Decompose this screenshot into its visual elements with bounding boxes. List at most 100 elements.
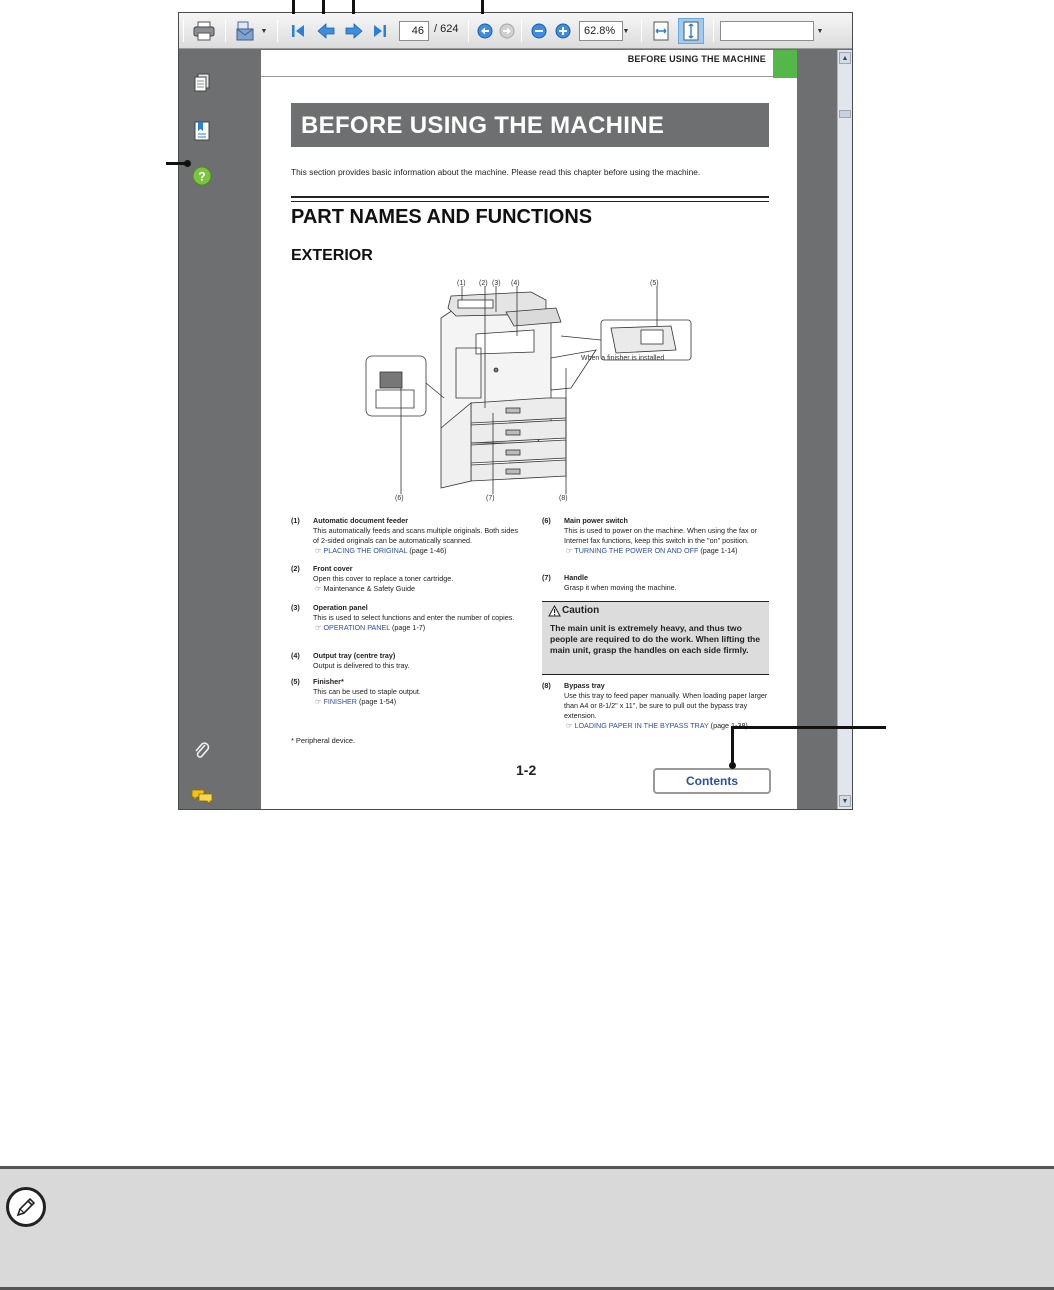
finisher-caption: When a finisher is installed [581, 355, 665, 362]
toolbar-separator [521, 20, 522, 42]
email-icon [236, 21, 254, 41]
toolbar-separator [468, 20, 469, 42]
part-title: Bypass tray [564, 681, 605, 690]
contents-button[interactable]: Contents [653, 768, 771, 794]
intro-text: This section provides basic information … [291, 167, 701, 177]
fit-page-button[interactable] [678, 18, 704, 44]
next-page-icon [345, 23, 363, 39]
pages-panel-button[interactable] [191, 72, 213, 94]
email-dropdown-arrow[interactable]: ▼ [259, 21, 269, 41]
fit-width-button[interactable] [648, 18, 674, 44]
scroll-down-button[interactable]: ▼ [839, 795, 851, 807]
figure-callout: (4) [511, 280, 520, 287]
zoom-in-icon [555, 23, 571, 39]
part-number: (3) [291, 603, 300, 612]
toolbar-separator [183, 20, 184, 42]
part-title: Handle [564, 573, 588, 582]
part-reference: ☞ FINISHER (page 1-54) [315, 697, 397, 706]
email-button[interactable] [233, 18, 259, 44]
first-page-button[interactable] [285, 18, 311, 44]
document-page: BEFORE USING THE MACHINE BEFORE USING TH… [261, 50, 797, 809]
next-page-button[interactable] [341, 18, 367, 44]
callout-leader [352, 0, 355, 14]
callout-dot [729, 762, 736, 769]
reference-link[interactable]: LOADING PAPER IN THE BYPASS TRAY [574, 721, 708, 730]
part-description: Output is delivered to this tray. [313, 661, 410, 670]
page-number-input[interactable] [399, 21, 429, 41]
chapter-tab [773, 50, 797, 78]
help-icon: ? [192, 166, 212, 186]
part-description: Open this cover to replace a toner cartr… [313, 574, 454, 583]
figure-callout: (8) [559, 495, 568, 502]
section-heading: PART NAMES AND FUNCTIONS [291, 206, 593, 228]
part-title: Front cover [313, 564, 353, 573]
pdf-viewer-window: ▼ / 624 [178, 12, 853, 810]
scroll-thumb[interactable] [839, 110, 851, 118]
figure-callout: (7) [486, 495, 495, 502]
part-number: (7) [542, 573, 551, 582]
comments-icon [191, 789, 213, 805]
bookmarks-panel-button[interactable] [191, 120, 213, 142]
scroll-up-button[interactable]: ▲ [839, 52, 851, 64]
zoom-level-input[interactable] [579, 21, 623, 41]
toolbar-separator [225, 20, 226, 42]
page-number: 1-2 [516, 762, 537, 778]
print-button[interactable] [191, 18, 217, 44]
part-number: (2) [291, 564, 300, 573]
caution-title: Caution [562, 605, 600, 616]
callout-leader [481, 0, 484, 14]
next-view-button[interactable] [494, 18, 520, 44]
footnote: * Peripheral device. [291, 736, 356, 745]
chapter-title: BEFORE USING THE MACHINE [301, 112, 665, 139]
previous-page-button[interactable] [313, 18, 339, 44]
note-panel [0, 1166, 1054, 1290]
part-title: Main power switch [564, 516, 628, 525]
reference-link[interactable]: PLACING THE ORIGINAL [323, 546, 407, 555]
part-title: Operation panel [313, 603, 368, 612]
part-description: This is used to power on the machine. Wh… [564, 526, 757, 545]
zoom-out-icon [531, 23, 547, 39]
part-title: Output tray (centre tray) [313, 651, 396, 660]
fit-page-icon [683, 21, 699, 41]
reference-link[interactable]: TURNING THE POWER ON AND OFF [574, 546, 698, 555]
comments-panel-button[interactable] [191, 786, 213, 808]
part-number: (8) [542, 681, 551, 690]
toolbar-separator [641, 20, 642, 42]
find-input[interactable] [720, 21, 814, 41]
reference-link[interactable]: OPERATION PANEL [323, 623, 390, 632]
part-description: Use this tray to feed paper manually. Wh… [564, 691, 768, 720]
vertical-scrollbar[interactable]: ▲ ▼ [837, 50, 852, 809]
header-rule [261, 76, 773, 77]
warning-icon [548, 605, 561, 617]
part-number: (5) [291, 677, 300, 686]
fit-width-icon [653, 21, 669, 41]
attachment-icon [195, 742, 210, 758]
toolbar-separator [713, 20, 714, 42]
help-button[interactable]: ? [191, 165, 213, 187]
pages-icon [194, 73, 210, 92]
zoom-out-button[interactable] [526, 18, 552, 44]
note-badge [6, 1187, 46, 1227]
reference-link[interactable]: FINISHER [323, 697, 357, 706]
zoom-in-button[interactable] [550, 18, 576, 44]
page-margin-area [797, 50, 837, 809]
last-page-button[interactable] [367, 18, 393, 44]
first-page-icon [292, 25, 304, 37]
svg-text:?: ? [198, 170, 205, 184]
caution-box: Caution The main unit is extremely heavy… [542, 601, 769, 675]
previous-page-icon [317, 23, 335, 39]
find-dropdown-arrow[interactable]: ▼ [815, 21, 825, 41]
figure-callout: (3) [492, 280, 501, 287]
part-description: Grasp it when moving the machine. [564, 583, 677, 592]
part-reference: ☞ OPERATION PANEL (page 1-7) [315, 623, 426, 632]
zoom-dropdown-arrow[interactable]: ▼ [621, 21, 631, 41]
part-title: Automatic document feeder [313, 516, 409, 525]
section-rule [291, 201, 769, 202]
figure-callout: (1) [457, 280, 466, 287]
callout-leader [731, 726, 886, 729]
next-view-icon [499, 23, 515, 39]
callout-leader [292, 0, 295, 14]
attachments-panel-button[interactable] [191, 740, 213, 762]
previous-view-icon [477, 23, 493, 39]
figure-callout: (6) [395, 495, 404, 502]
